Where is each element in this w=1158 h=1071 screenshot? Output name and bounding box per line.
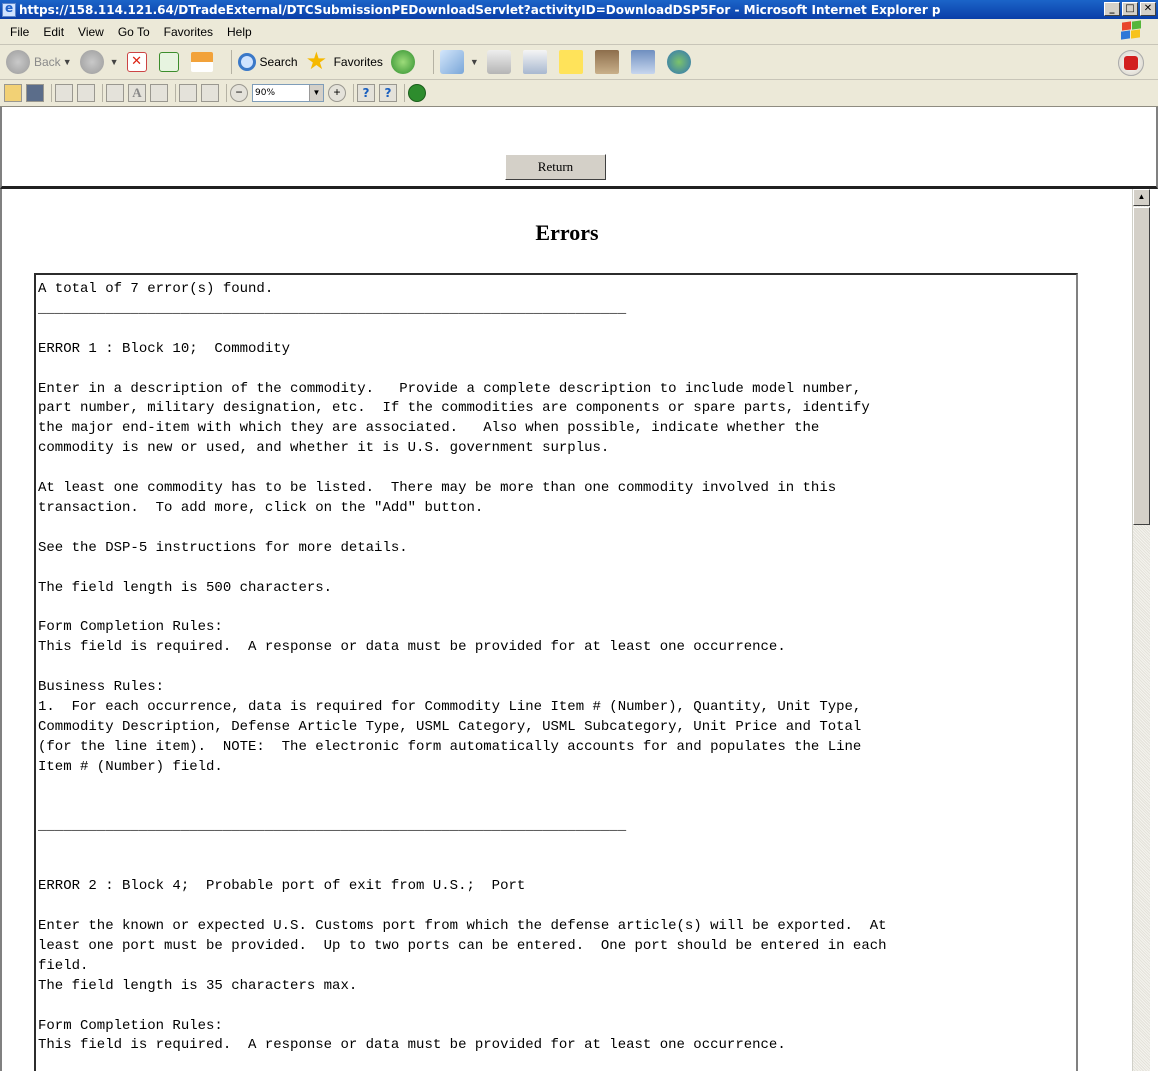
menu-bar: File Edit View Go To Favorites Help [0,19,1158,45]
spellcheck-icon[interactable] [179,84,197,102]
zoom-select[interactable]: ▼ [252,84,324,102]
stop-icon: ✕ [126,52,147,72]
page-title: Errors [535,220,599,245]
back-label: Back [34,55,61,69]
users-button[interactable] [666,50,695,74]
menu-edit[interactable]: Edit [43,25,64,39]
messenger-icon [594,50,619,74]
forward-button[interactable]: ▼ [79,50,119,74]
research-button[interactable] [630,50,659,74]
mail-icon [439,50,464,74]
print-button[interactable] [486,50,515,74]
zoom-in-icon[interactable]: + [328,84,346,102]
toolbar-separator [102,84,103,102]
toolbar-separator [51,84,52,102]
errors-text: A total of 7 error(s) found. ___________… [38,281,887,1054]
top-frame: Return [0,107,1158,189]
pdf-icon [1124,56,1138,70]
print-icon [486,50,511,74]
window-controls: _ □ ✕ [1104,2,1156,16]
back-button[interactable]: Back ▼ [6,50,72,74]
page-scrollbar[interactable]: ▲ [1132,189,1150,1071]
toolbar-separator [404,84,405,102]
snapshot-icon[interactable] [201,84,219,102]
zoom-input[interactable] [253,86,309,100]
edit-icon [522,50,547,74]
toolbar-separator [230,50,232,74]
ie-icon [2,1,16,17]
history-button[interactable] [390,50,419,74]
go-icon[interactable] [408,84,426,102]
menu-favorites[interactable]: Favorites [164,25,213,39]
notes-icon [558,50,583,74]
menu-view[interactable]: View [78,25,104,39]
save-icon[interactable] [26,84,44,102]
refresh-button[interactable] [158,52,183,72]
scroll-up-icon[interactable]: ▲ [1133,189,1150,206]
return-button[interactable]: Return [505,154,606,180]
chevron-down-icon[interactable]: ▼ [309,85,323,101]
text-select-icon[interactable]: A [128,84,146,102]
favorites-label: Favorites [333,55,383,69]
print-pdf-icon[interactable] [55,84,73,102]
toolbar-separator [432,50,434,74]
stop-button[interactable]: ✕ [126,52,151,72]
edit-button[interactable] [522,50,551,74]
search-pdf-icon[interactable] [106,84,124,102]
close-button[interactable]: ✕ [1140,2,1156,16]
research-icon [630,50,655,74]
help-icon[interactable]: ? [379,84,397,102]
users-icon [666,50,691,74]
messenger-button[interactable] [594,50,623,74]
zoom-out-icon[interactable]: − [230,84,248,102]
history-icon [390,50,415,74]
toolbar-separator [226,84,227,102]
scroll-thumb[interactable] [1133,207,1150,525]
menu-file[interactable]: File [10,25,29,39]
pdf-button[interactable] [1118,50,1144,76]
toolbar-separator [175,84,176,102]
maximize-button[interactable]: □ [1122,2,1138,16]
standard-toolbar: Back ▼ ▼ ✕ Search ★ Favorites ▼ [0,45,1158,80]
errors-textarea[interactable]: A total of 7 error(s) found. ___________… [34,273,1078,1071]
page-icon[interactable] [150,84,168,102]
windows-logo-icon [1120,20,1144,41]
star-icon: ★ [305,48,328,75]
pdf-toolbar: A − ▼ + ? ? [0,80,1158,107]
home-icon [190,52,213,72]
menu-goto[interactable]: Go To [118,25,150,39]
favorites-button[interactable]: ★ Favorites [306,50,383,74]
minimize-button[interactable]: _ [1104,2,1120,16]
toolbar-separator [353,84,354,102]
search-button[interactable]: Search [237,53,298,71]
open-icon[interactable] [4,84,22,102]
refresh-icon [158,52,179,72]
window-title: https://158.114.121.64/DTradeExternal/DT… [19,2,941,17]
menu-help[interactable]: Help [227,25,252,39]
whats-this-icon[interactable]: ? [357,84,375,102]
notes-button[interactable] [558,50,587,74]
email-icon[interactable] [77,84,95,102]
window-titlebar[interactable]: https://158.114.121.64/DTradeExternal/DT… [0,0,1158,19]
home-button[interactable] [190,52,217,72]
search-label: Search [259,55,298,69]
back-arrow-icon [6,50,30,74]
forward-arrow-icon [79,50,104,74]
search-icon [237,53,256,71]
main-frame: Errors A total of 7 error(s) found. ____… [0,189,1158,1071]
mail-button[interactable]: ▼ [439,50,479,74]
